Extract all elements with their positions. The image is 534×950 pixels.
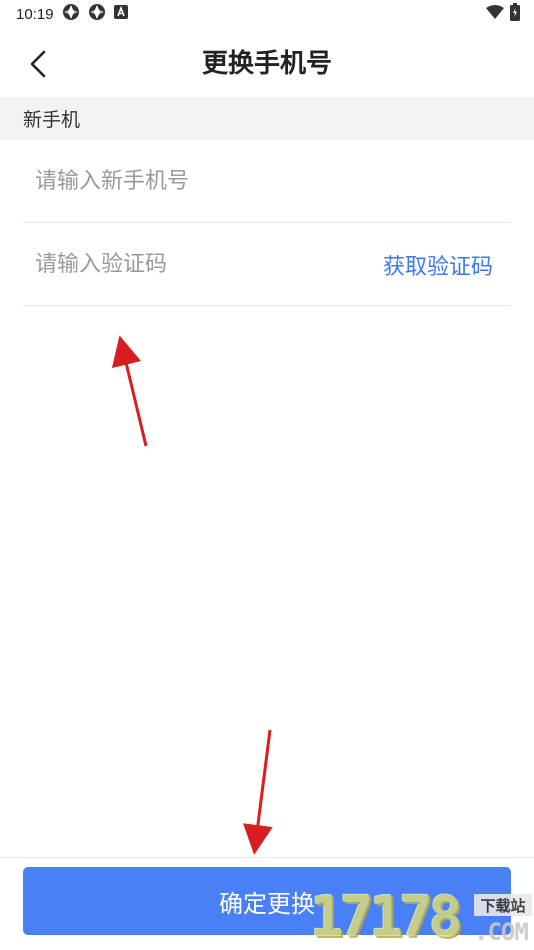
- status-time: 10:19: [16, 5, 54, 23]
- battery-icon: [510, 3, 520, 25]
- annotation-arrow-up: [111, 335, 148, 447]
- annotation-arrow-down: [243, 729, 273, 855]
- section-header: 新手机: [0, 97, 534, 140]
- bottom-divider: [0, 857, 534, 858]
- app-icon: [88, 3, 106, 25]
- status-bar-right: [486, 3, 520, 25]
- nav-bar: 更换手机号: [0, 32, 534, 96]
- page-title: 更换手机号: [201, 49, 332, 79]
- app-icon: [62, 3, 80, 25]
- status-bar-left: 10:19: [16, 3, 128, 25]
- get-code-button[interactable]: 获取验证码: [383, 224, 493, 306]
- a-icon: [113, 5, 128, 23]
- confirm-change-button[interactable]: 确定更换: [23, 867, 511, 935]
- code-field-row: 获取验证码: [23, 224, 511, 306]
- verification-code-input[interactable]: [23, 244, 355, 285]
- phone-field-row: [23, 141, 511, 223]
- section-header-label: 新手机: [23, 109, 81, 131]
- status-bar: 10:19: [0, 0, 534, 28]
- wifi-icon: [486, 5, 504, 23]
- phone-input[interactable]: [23, 161, 355, 202]
